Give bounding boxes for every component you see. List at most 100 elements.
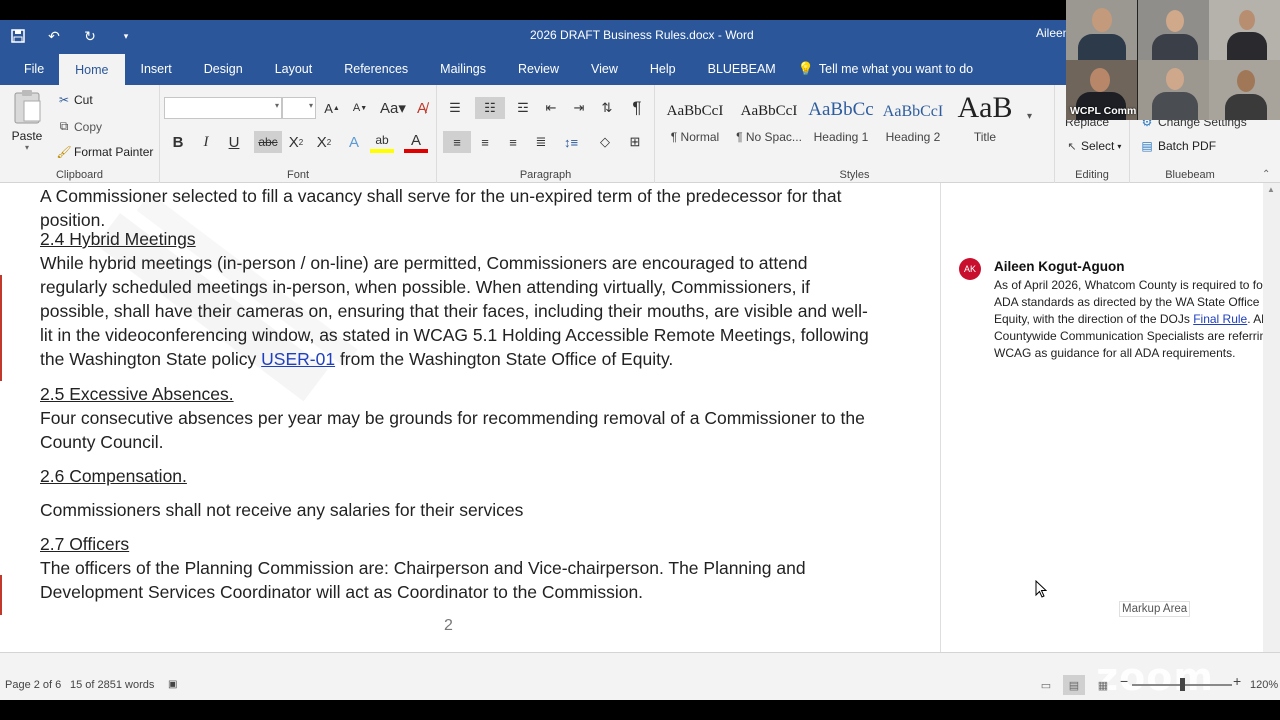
font-name-box[interactable]: ▾: [164, 97, 282, 119]
final-rule-link[interactable]: Final Rule: [1193, 312, 1247, 326]
paste-dropdown-icon: ▾: [24, 143, 29, 152]
read-mode-icon[interactable]: ▭: [1035, 675, 1057, 695]
tab-mailings[interactable]: Mailings: [424, 52, 502, 85]
tab-design[interactable]: Design: [188, 52, 259, 85]
justify-icon[interactable]: ≣: [529, 131, 553, 153]
tab-layout[interactable]: Layout: [259, 52, 329, 85]
document-page[interactable]: A Commissioner selected to fill a vacanc…: [0, 183, 940, 652]
sort-icon[interactable]: ⇅: [595, 97, 619, 119]
clipboard-icon: [14, 90, 41, 124]
video-tile: [1138, 60, 1209, 120]
shrink-font-icon[interactable]: A ▼: [348, 97, 372, 119]
user-name[interactable]: Aileen: [1036, 26, 1069, 40]
zoom-slider-thumb[interactable]: [1180, 678, 1185, 691]
document-title: 2026 DRAFT Business Rules.docx - Word: [530, 28, 754, 42]
underline-icon[interactable]: U: [222, 131, 246, 153]
undo-icon[interactable]: ↶: [36, 20, 72, 52]
align-left-icon[interactable]: ≡: [443, 131, 471, 153]
strikethrough-icon[interactable]: abc: [254, 131, 282, 153]
shading-icon[interactable]: ◇: [593, 131, 617, 153]
italic-icon[interactable]: I: [194, 131, 218, 153]
paste-button[interactable]: Paste ▾: [8, 89, 46, 161]
tab-references[interactable]: References: [328, 52, 424, 85]
borders-icon[interactable]: ⊞: [623, 131, 647, 153]
multilevel-list-icon[interactable]: ☲: [511, 97, 535, 119]
tab-file[interactable]: File: [0, 52, 59, 85]
proofing-icon[interactable]: ▣: [168, 679, 177, 690]
redo-icon[interactable]: ↻: [72, 20, 108, 52]
save-icon[interactable]: [0, 20, 36, 52]
style-heading-2[interactable]: AaBbCcI Heading 2: [877, 93, 949, 153]
tab-review[interactable]: Review: [502, 52, 575, 85]
show-formatting-icon[interactable]: ¶: [625, 97, 649, 119]
style-heading-2-sample: AaBbCcI: [882, 103, 944, 120]
heading-compensation: 2.6 Compensation.: [40, 466, 187, 486]
batch-pdf-button[interactable]: ▤ Batch PDF: [1138, 139, 1216, 153]
zoom-out-icon[interactable]: −: [1120, 673, 1128, 689]
highlight-icon[interactable]: ab: [370, 131, 394, 153]
align-right-icon[interactable]: ≡: [501, 131, 525, 153]
scroll-up-icon[interactable]: ▲: [1267, 185, 1276, 194]
paragraph-group: ☰ ☷ ☲ ⇤ ⇥ ⇅ ¶ ≡ ≡ ≡ ≣ ↕≡ ◇ ⊞ Paragraph: [437, 85, 655, 183]
grow-font-icon[interactable]: A ▲: [320, 97, 344, 119]
bullets-icon[interactable]: ☰: [443, 97, 467, 119]
subscript-icon[interactable]: X2: [284, 131, 308, 153]
lightbulb-icon: 💡: [797, 60, 814, 76]
bold-icon[interactable]: B: [166, 131, 190, 153]
vertical-scrollbar[interactable]: ▲: [1263, 183, 1280, 652]
video-tile: [1138, 0, 1209, 60]
bluebeam-group-label: Bluebeam: [1165, 169, 1215, 181]
tab-view[interactable]: View: [575, 52, 634, 85]
video-tile: [1066, 0, 1137, 60]
hybrid-text-after: from the Washington State Office of Equi…: [335, 349, 674, 369]
superscript-icon[interactable]: X2: [312, 131, 336, 153]
style-heading-1[interactable]: AaBbCc Heading 1: [805, 93, 877, 153]
tab-insert[interactable]: Insert: [125, 52, 188, 85]
comment-line: As of April 2026, Whatcom County is requ…: [994, 278, 1264, 292]
font-size-box[interactable]: ▾: [282, 97, 316, 119]
font-color-icon[interactable]: A: [404, 131, 428, 153]
change-bar: [0, 575, 2, 615]
numbering-icon[interactable]: ☷: [475, 97, 505, 119]
decrease-indent-icon[interactable]: ⇤: [539, 97, 563, 119]
style-title-sample: AaB: [957, 91, 1013, 124]
font-size-dropdown-icon: ▾: [308, 101, 313, 110]
format-painter-button[interactable]: 🖌 Format Painter: [56, 145, 153, 159]
paragraph-vacancy: A Commissioner selected to fill a vacanc…: [40, 186, 842, 230]
align-center-icon[interactable]: ≡: [473, 131, 497, 153]
style-title[interactable]: AaB Title: [949, 91, 1021, 153]
select-button[interactable]: ↖ Select ▾: [1065, 139, 1121, 153]
increase-indent-icon[interactable]: ⇥: [567, 97, 591, 119]
page-count-status[interactable]: Page 2 of 6: [5, 679, 61, 691]
style-no-spacing[interactable]: AaBbCcI ¶ No Spac...: [733, 93, 805, 153]
style-heading-2-name: Heading 2: [885, 130, 941, 144]
tab-help[interactable]: Help: [634, 52, 692, 85]
tab-home[interactable]: Home: [59, 54, 125, 85]
style-heading-1-sample: AaBbCc: [808, 99, 874, 120]
collapse-ribbon-icon[interactable]: ⌃: [1262, 169, 1270, 180]
text-effects-icon[interactable]: A: [342, 131, 366, 153]
change-case-icon[interactable]: Aa▾: [378, 97, 408, 119]
tab-bluebeam[interactable]: BLUEBEAM: [692, 52, 792, 85]
paintbrush-icon: 🖌: [56, 145, 72, 159]
select-dropdown-icon: ▾: [1117, 141, 1122, 151]
comment-body[interactable]: As of April 2026, Whatcom County is requ…: [994, 277, 1264, 362]
cut-button[interactable]: ✂ Cut: [56, 93, 93, 107]
styles-more-icon[interactable]: ▾: [1027, 111, 1032, 122]
customize-qat-icon[interactable]: ▾: [108, 20, 144, 52]
user-01-link[interactable]: USER-01: [261, 349, 335, 369]
copy-button[interactable]: ⧉ Copy: [56, 119, 102, 134]
cut-label: Cut: [74, 93, 93, 107]
zoom-in-icon[interactable]: +: [1233, 673, 1241, 689]
font-group-label: Font: [286, 169, 309, 181]
zoom-level[interactable]: 120%: [1250, 679, 1278, 691]
clear-formatting-icon[interactable]: A̸: [410, 97, 434, 119]
font-group: ▾ ▾ A ▲ A ▼ Aa▾ A̸ B I U abc X2 X2 A ab A …: [160, 85, 437, 183]
web-layout-icon[interactable]: ▦: [1092, 675, 1114, 695]
style-normal[interactable]: AaBbCcI ¶ Normal: [659, 93, 731, 153]
style-title-name: Title: [973, 130, 997, 144]
line-spacing-icon[interactable]: ↕≡: [559, 131, 583, 153]
tell-me-search[interactable]: 💡 Tell me what you want to do: [792, 52, 979, 85]
word-count-status[interactable]: 15 of 2851 words: [70, 679, 154, 691]
print-layout-icon[interactable]: ▤: [1063, 675, 1085, 695]
